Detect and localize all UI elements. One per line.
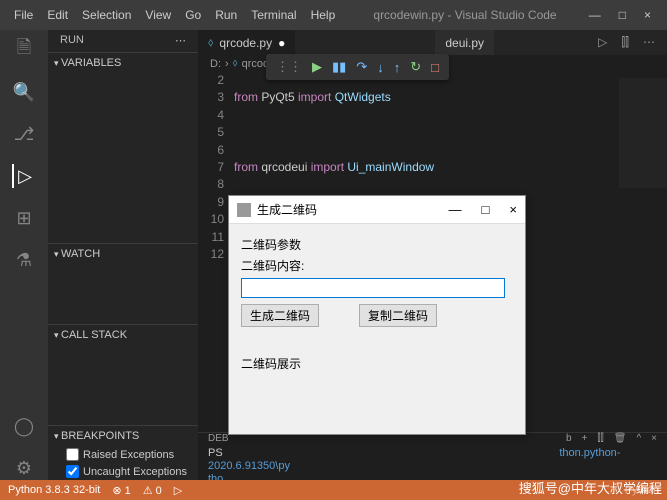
activity-bar: 🗎 🔍 ⎇ ▷ ⊞ ⚗ ◯ ⚙ <box>0 30 48 480</box>
menu-go[interactable]: Go <box>179 4 207 26</box>
window-controls: — □ × <box>589 8 659 22</box>
watermark: 搜狐号@中年大叔学编程 <box>519 478 662 497</box>
uncaught-exceptions-checkbox[interactable] <box>66 465 79 478</box>
sidebar-title: RUN <box>60 34 84 48</box>
titlebar: File Edit Selection View Go Run Terminal… <box>0 0 667 30</box>
menu-view[interactable]: View <box>139 4 177 26</box>
dialog-app-icon <box>237 203 251 217</box>
debug-icon[interactable]: ▷ <box>12 164 36 188</box>
raised-exceptions-checkbox[interactable] <box>66 448 79 461</box>
qrcode-display-label: 二维码展示 <box>241 355 513 372</box>
source-control-icon[interactable]: ⎇ <box>12 122 36 146</box>
qrcode-dialog: 生成二维码 — □ × 二维码参数 二维码内容: 生成二维码 复制二维码 二维码… <box>228 195 526 435</box>
status-warnings[interactable]: ⚠ 0 <box>143 484 162 497</box>
qrcode-params-label: 二维码参数 <box>241 236 513 253</box>
menu-terminal[interactable]: Terminal <box>245 4 302 26</box>
menu-edit[interactable]: Edit <box>41 4 74 26</box>
sidebar-more-icon[interactable]: ⋯ <box>175 34 186 48</box>
section-breakpoints[interactable]: BREAKPOINTS <box>48 425 198 446</box>
editor-tabbar: ⬨qrcode.py● deui.py ▷ ⫿⫿ ⋯ <box>198 30 667 55</box>
debug-continue-icon[interactable]: ▶ <box>312 59 322 75</box>
maximize-button[interactable]: □ <box>619 8 626 22</box>
terminal-shell-icon[interactable]: b <box>566 433 572 444</box>
status-python[interactable]: Python 3.8.3 32-bit <box>8 484 100 496</box>
minimize-button[interactable]: — <box>589 8 601 22</box>
raised-exceptions-label: Raised Exceptions <box>83 449 174 461</box>
section-variables[interactable]: VARIABLES <box>48 52 198 73</box>
section-callstack[interactable]: CALL STACK <box>48 324 198 345</box>
status-errors[interactable]: ⊗ 1 <box>112 484 130 497</box>
dialog-title: 生成二维码 <box>257 201 317 218</box>
terminal-trash-icon[interactable]: 🗑 <box>614 433 627 444</box>
explorer-icon[interactable]: 🗎 <box>12 38 36 62</box>
terminal-split-icon[interactable]: ⫿⫿ <box>597 433 603 444</box>
run-icon[interactable]: ▷ <box>598 35 607 50</box>
dialog-close-button[interactable]: × <box>509 202 517 217</box>
debug-toolbar: ⋮⋮ ▶ ▮▮ ↷ ↓ ↑ ↻ □ <box>266 54 449 80</box>
dialog-maximize-button[interactable]: □ <box>482 202 490 217</box>
tab-deui[interactable]: deui.py <box>435 30 494 55</box>
debug-grip-icon[interactable]: ⋮⋮ <box>276 59 302 75</box>
menu-selection[interactable]: Selection <box>76 4 137 26</box>
window-title: qrcodewin.py - Visual Studio Code <box>341 8 588 22</box>
account-icon[interactable]: ◯ <box>12 414 36 438</box>
qrcode-content-label: 二维码内容: <box>241 257 513 274</box>
editor-more-icon[interactable]: ⋯ <box>643 35 655 50</box>
panel-tab-debug[interactable]: DEB <box>208 433 229 444</box>
section-watch[interactable]: WATCH <box>48 243 198 264</box>
test-icon[interactable]: ⚗ <box>12 248 36 272</box>
menu-run[interactable]: Run <box>209 4 243 26</box>
dialog-minimize-button[interactable]: — <box>449 202 462 217</box>
debug-stepout-icon[interactable]: ↑ <box>394 60 401 75</box>
split-editor-icon[interactable]: ⫿⫿ <box>621 35 629 50</box>
copy-qrcode-button[interactable]: 复制二维码 <box>359 304 437 327</box>
tab-qrcode[interactable]: ⬨qrcode.py● <box>198 30 295 55</box>
sidebar: RUN ⋯ VARIABLES WATCH CALL STACK BREAKPOI… <box>48 30 198 480</box>
status-run-icon[interactable]: ▷ <box>174 484 182 497</box>
dialog-titlebar[interactable]: 生成二维码 — □ × <box>229 196 525 224</box>
terminal-maximize-icon[interactable]: ^ <box>636 433 641 444</box>
minimap[interactable] <box>619 78 667 188</box>
debug-pause-icon[interactable]: ▮▮ <box>332 59 346 75</box>
debug-stop-icon[interactable]: □ <box>431 60 439 75</box>
search-icon[interactable]: 🔍 <box>12 80 36 104</box>
menu-help[interactable]: Help <box>305 4 342 26</box>
uncaught-exceptions-label: Uncaught Exceptions <box>83 466 187 478</box>
extensions-icon[interactable]: ⊞ <box>12 206 36 230</box>
settings-icon[interactable]: ⚙ <box>12 456 36 480</box>
debug-restart-icon[interactable]: ↻ <box>410 59 421 75</box>
debug-stepin-icon[interactable]: ↓ <box>377 60 384 75</box>
close-button[interactable]: × <box>644 8 651 22</box>
qrcode-content-input[interactable] <box>241 278 505 298</box>
menubar: File Edit Selection View Go Run Terminal… <box>8 4 341 26</box>
menu-file[interactable]: File <box>8 4 39 26</box>
generate-qrcode-button[interactable]: 生成二维码 <box>241 304 319 327</box>
debug-stepover-icon[interactable]: ↷ <box>356 59 367 75</box>
terminal-new-icon[interactable]: + <box>582 433 588 444</box>
terminal-close-icon[interactable]: × <box>651 433 657 444</box>
terminal-panel: DEB b + ⫿⫿ 🗑 ^ × PS thon.python-2020.6.9… <box>198 432 667 480</box>
